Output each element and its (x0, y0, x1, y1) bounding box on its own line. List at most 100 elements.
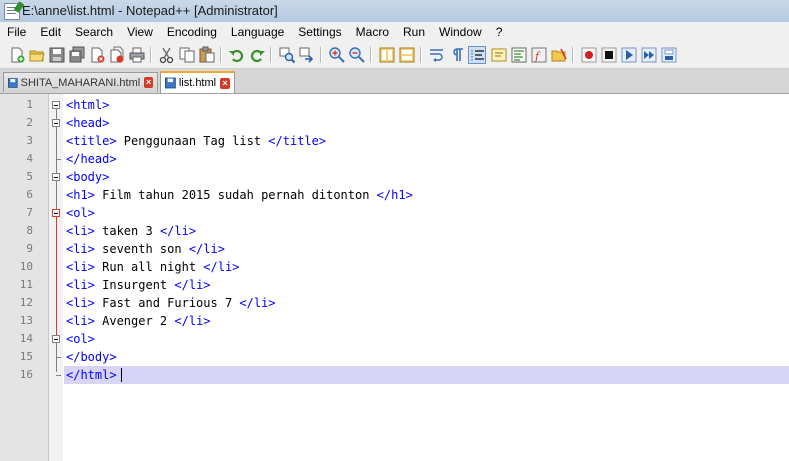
current-line-highlight (64, 366, 789, 384)
folder-workspace-icon[interactable] (550, 46, 568, 64)
replace-icon[interactable] (298, 46, 316, 64)
fold-guide (56, 357, 61, 358)
line-number: 8 (26, 224, 33, 237)
tab-shita-maharani[interactable]: SHITA_MAHARANI.html × (3, 72, 158, 92)
toolbar-separator (420, 47, 422, 63)
tab-list-html[interactable]: list.html × (160, 71, 235, 93)
line-number: 2 (26, 116, 33, 129)
close-all-icon[interactable] (108, 46, 126, 64)
window-title: E:\anne\list.html - Notepad++ [Administr… (22, 3, 278, 18)
fold-toggle-icon[interactable] (52, 173, 60, 181)
menu-help[interactable]: ? (489, 22, 510, 42)
line-number: 11 (19, 278, 33, 291)
print-icon[interactable] (128, 46, 146, 64)
tab-bar: SHITA_MAHARANI.html × list.html × (0, 69, 789, 94)
code-line[interactable]: <title> Penggunaan Tag list </title> (66, 132, 326, 150)
save-all-icon[interactable] (68, 46, 86, 64)
line-number: 15 (19, 350, 33, 363)
code-line[interactable]: <ol> (66, 330, 95, 348)
code-line[interactable]: </body> (66, 348, 117, 366)
fold-guide (56, 159, 61, 160)
line-number: 1 (26, 98, 33, 111)
stop-record-icon[interactable] (600, 46, 618, 64)
toolbar-separator (150, 47, 152, 63)
line-number: 16 (19, 368, 33, 381)
paste-icon[interactable] (198, 46, 216, 64)
toolbar-separator (572, 47, 574, 63)
save-icon[interactable] (48, 46, 66, 64)
undo-icon[interactable] (228, 46, 246, 64)
cut-icon[interactable] (158, 46, 176, 64)
menu-view[interactable]: View (120, 22, 160, 42)
menu-edit[interactable]: Edit (33, 22, 68, 42)
code-line[interactable]: <li> Insurgent </li> (66, 276, 211, 294)
find-icon[interactable] (278, 46, 296, 64)
user-language-icon[interactable] (490, 46, 508, 64)
fold-toggle-icon[interactable] (52, 335, 60, 343)
menu-window[interactable]: Window (432, 22, 489, 42)
text-caret (121, 368, 122, 382)
menu-language[interactable]: Language (224, 22, 291, 42)
toolbar-separator (370, 47, 372, 63)
close-tab-icon[interactable]: × (220, 77, 230, 89)
line-number: 3 (26, 134, 33, 147)
sync-vertical-icon[interactable] (378, 46, 396, 64)
menu-macro[interactable]: Macro (349, 22, 396, 42)
copy-icon[interactable] (178, 46, 196, 64)
line-number: 13 (19, 314, 33, 327)
show-all-chars-icon[interactable] (448, 46, 466, 64)
tab-label: list.html (178, 77, 217, 89)
toolbar-separator (320, 47, 322, 63)
code-line[interactable]: <li> seventh son </li> (66, 240, 225, 258)
fold-guide (56, 375, 61, 376)
close-tab-icon[interactable]: × (144, 77, 153, 88)
new-file-icon[interactable] (8, 46, 26, 64)
title-bar: E:\anne\list.html - Notepad++ [Administr… (0, 0, 789, 23)
code-line[interactable]: <ol> (66, 204, 95, 222)
run-macro-multiple-icon[interactable] (640, 46, 658, 64)
code-line[interactable]: <li> taken 3 </li> (66, 222, 196, 240)
menu-encoding[interactable]: Encoding (160, 22, 224, 42)
doc-map-icon[interactable] (510, 46, 528, 64)
toolbar-separator (220, 47, 222, 63)
play-macro-icon[interactable] (620, 46, 638, 64)
code-line[interactable]: <html> (66, 96, 109, 114)
redo-icon[interactable] (248, 46, 266, 64)
line-number: 10 (19, 260, 33, 273)
fold-guide (56, 217, 57, 337)
zoom-in-icon[interactable] (328, 46, 346, 64)
saved-file-icon (165, 77, 176, 89)
code-line[interactable]: <li> Fast and Furious 7 </li> (66, 294, 276, 312)
fold-toggle-icon[interactable] (52, 119, 60, 127)
indent-guide-icon[interactable] (468, 46, 486, 64)
tab-label: SHITA_MAHARANI.html (20, 76, 141, 89)
zoom-out-icon[interactable] (348, 46, 366, 64)
code-line[interactable]: <h1> Film tahun 2015 sudah pernah ditont… (66, 186, 413, 204)
code-line[interactable]: <li> Run all night </li> (66, 258, 239, 276)
toolbar-separator (270, 47, 272, 63)
menu-file[interactable]: File (0, 22, 33, 42)
record-macro-icon[interactable] (580, 46, 598, 64)
function-list-icon[interactable]: f (530, 46, 548, 64)
line-number: 4 (26, 152, 33, 165)
saved-file-icon (8, 77, 18, 88)
menu-run[interactable]: Run (396, 22, 432, 42)
code-line[interactable]: </html> (66, 366, 117, 384)
menu-search[interactable]: Search (68, 22, 120, 42)
line-number: 12 (19, 296, 33, 309)
fold-toggle-icon[interactable] (52, 101, 60, 109)
fold-toggle-icon[interactable] (52, 209, 60, 217)
line-number: 9 (26, 242, 33, 255)
code-line[interactable]: </head> (66, 150, 117, 168)
code-line[interactable]: <head> (66, 114, 109, 132)
line-number: 14 (19, 332, 33, 345)
editor[interactable]: 1 2 3 4 5 6 7 8 9 10 11 12 13 14 15 16 <… (0, 94, 789, 461)
close-icon[interactable] (88, 46, 106, 64)
menu-settings[interactable]: Settings (291, 22, 348, 42)
code-line[interactable]: <li> Avenger 2 </li> (66, 312, 211, 330)
open-file-icon[interactable] (28, 46, 46, 64)
code-line[interactable]: <body> (66, 168, 109, 186)
word-wrap-icon[interactable] (428, 46, 446, 64)
save-macro-icon[interactable] (660, 46, 678, 64)
sync-horizontal-icon[interactable] (398, 46, 416, 64)
